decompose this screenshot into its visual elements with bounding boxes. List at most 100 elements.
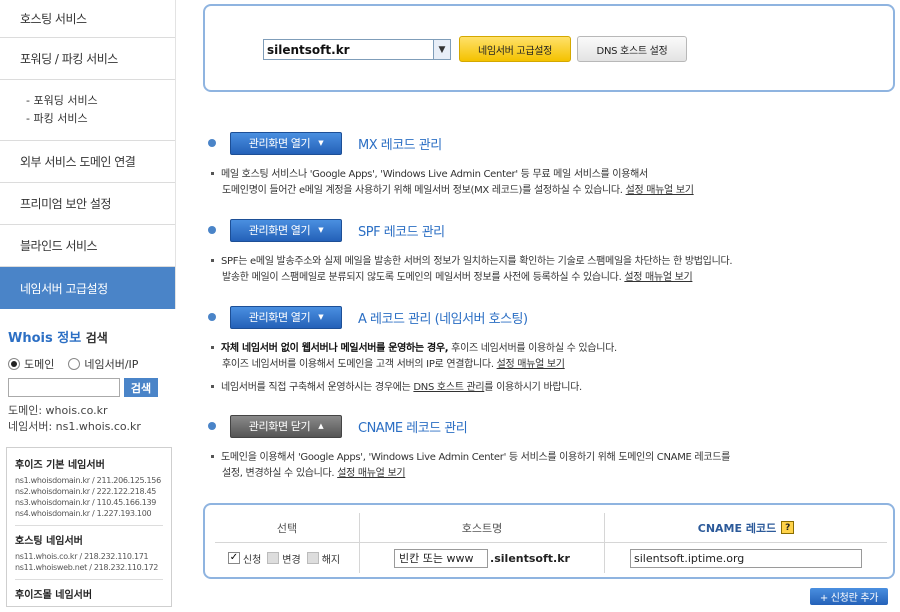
spf-section-title: SPF 레코드 관리 xyxy=(358,224,445,240)
cname-close-button-label: 관리화면 닫기 xyxy=(248,420,311,433)
divider xyxy=(15,579,163,580)
caret-up-icon: ▲ xyxy=(318,422,324,430)
new-label: 신청 xyxy=(242,554,262,566)
spf-description: SPF는 e메일 발송주소와 실제 메일을 발송한 서버의 정보가 일치하는지를… xyxy=(210,254,733,286)
spf-manual-link[interactable]: 설정 매뉴얼 보기 xyxy=(624,272,692,283)
bullet-icon xyxy=(208,422,216,430)
cname-close-button[interactable]: 관리화면 닫기 ▲ xyxy=(230,414,342,438)
cname-table-panel: 선택 호스트명 CNAME 레코드 ? 신청 변경 해지 빈칸 또는 www .… xyxy=(203,503,895,579)
sidebar: 호스팅 서비스 포워딩 / 파킹 서비스 - 포워딩 서비스 - 파킹 서비스 … xyxy=(0,0,176,612)
add-request-row-button[interactable]: + 신청란 추가 xyxy=(810,588,888,605)
bullet-icon xyxy=(211,172,214,175)
basic-ns-title: 후이즈 기본 네임서버 xyxy=(15,460,105,471)
domain-select[interactable]: silentsoft.kr ▼ xyxy=(263,39,451,60)
bullet-icon xyxy=(211,455,214,458)
mx-open-button[interactable]: 관리화면 열기 ▼ xyxy=(230,131,342,155)
domain-select-value: silentsoft.kr xyxy=(267,42,350,57)
sidebar-subitem-parking[interactable]: - 파킹 서비스 xyxy=(26,110,175,128)
basic-ns-line: ns2.whoisdomain.kr / 222.122.218.45 xyxy=(15,487,157,496)
a-record-open-button[interactable]: 관리화면 열기 ▼ xyxy=(230,305,342,329)
radio-domain-label: 도메인 xyxy=(24,358,55,371)
basic-ns-line: ns3.whoisdomain.kr / 110.45.166.139 xyxy=(15,498,157,507)
cname-desc-line2: 설정, 변경하실 수 있습니다. xyxy=(222,468,335,479)
delete-checkbox xyxy=(306,552,319,564)
chevron-down-icon[interactable]: ▼ xyxy=(433,40,450,59)
spf-desc-line2: 발송한 메일이 스팸메일로 분류되지 않도록 도메인의 메일서버 정보를 사전에… xyxy=(222,272,622,283)
dns-host-settings-button[interactable]: DNS 호스트 설정 xyxy=(577,36,687,62)
hosting-ns-title: 호스팅 네임서버 xyxy=(15,536,83,547)
cname-record-section: 관리화면 닫기 ▲ CNAME 레코드 관리 도메인을 이용해서 'Google… xyxy=(208,414,730,482)
new-checkbox[interactable] xyxy=(227,552,240,564)
hosting-ns-line: ns11.whoisweb.net / 218.232.110.172 xyxy=(15,563,159,572)
a-desc-line3: 네임서버를 직접 구축해서 운영하시는 경우에는 xyxy=(221,382,414,393)
bullet-icon xyxy=(208,139,216,147)
a-record-section: 관리화면 열기 ▼ A 레코드 관리 (네임서버 호스팅) 자체 네임서버 없이… xyxy=(208,305,617,396)
spf-record-section: 관리화면 열기 ▼ SPF 레코드 관리 SPF는 e메일 발송주소와 실제 메… xyxy=(208,218,733,286)
mx-desc-line1: 메일 호스팅 서비스나 'Google Apps', 'Windows Live… xyxy=(221,169,648,180)
option-delete: 해지 xyxy=(306,551,341,566)
mx-section-title: MX 레코드 관리 xyxy=(358,137,442,153)
spf-open-button[interactable]: 관리화면 열기 ▼ xyxy=(230,218,342,242)
mx-desc-line2: 도메인명이 들어간 e메일 계정을 사용하기 위해 메일서버 정보(MX 레코드… xyxy=(222,185,623,196)
sidebar-item-blind[interactable]: 블라인드 서비스 xyxy=(0,225,175,267)
whois-title: Whois 정보 검색 xyxy=(8,327,176,346)
basic-ns-line: ns1.whoisdomain.kr / 211.206.125.156 xyxy=(15,476,161,485)
bullet-icon xyxy=(208,226,216,234)
header-hostname: 호스트명 xyxy=(461,521,503,535)
change-checkbox xyxy=(267,552,280,564)
nameserver-advanced-button[interactable]: 네임서버 고급설정 xyxy=(459,36,571,62)
mx-record-section: 관리화면 열기 ▼ MX 레코드 관리 메일 호스팅 서비스나 'Google … xyxy=(208,131,694,199)
hosting-ns-line: ns11.whois.co.kr / 218.232.110.171 xyxy=(15,552,149,561)
delete-label: 해지 xyxy=(321,554,341,566)
whois-info: 도메인: whois.co.kr 네임서버: ns1.whois.co.kr xyxy=(8,403,176,435)
bullet-icon xyxy=(211,259,214,262)
sidebar-item-premium-security[interactable]: 프리미엄 보안 설정 xyxy=(0,183,175,225)
a-record-section-title: A 레코드 관리 (네임서버 호스팅) xyxy=(358,311,528,327)
sidebar-subitem-forwarding[interactable]: - 포워딩 서비스 xyxy=(26,92,175,110)
option-new[interactable]: 신청 xyxy=(227,551,262,566)
mx-description: 메일 호스팅 서비스나 'Google Apps', 'Windows Live… xyxy=(210,167,694,199)
whois-ns-info: 네임서버: ns1.whois.co.kr xyxy=(8,420,141,433)
whois-radio-group: 도메인 네임서버/IP xyxy=(8,356,176,372)
change-label: 변경 xyxy=(282,554,301,566)
sidebar-item-external-domain[interactable]: 외부 서비스 도메인 연결 xyxy=(0,141,175,183)
cname-value-input[interactable]: silentsoft.iptime.org xyxy=(630,548,862,568)
whois-search-input[interactable] xyxy=(8,378,120,397)
sidebar-item-nameserver-advanced[interactable]: 네임서버 고급설정 xyxy=(0,267,175,309)
sidebar-item-forwarding[interactable]: 포워딩 / 파킹 서비스 xyxy=(0,38,175,80)
parking-ns-title: 후이즈몰 네임서버 xyxy=(15,590,93,601)
sidebar-item-hosting[interactable]: 호스팅 서비스 xyxy=(0,0,175,38)
cname-manual-link[interactable]: 설정 매뉴얼 보기 xyxy=(337,468,405,479)
table-header-row: 선택 호스트명 CNAME 레코드 ? xyxy=(215,513,887,543)
radio-nameserver-label: 네임서버/IP xyxy=(84,358,139,371)
help-icon[interactable]: ? xyxy=(781,521,795,534)
hostname-input[interactable]: 빈칸 또는 www xyxy=(394,548,489,568)
mx-manual-link[interactable]: 설정 매뉴얼 보기 xyxy=(626,185,694,196)
a-record-manual-link[interactable]: 설정 매뉴얼 보기 xyxy=(497,359,565,370)
caret-down-icon: ▼ xyxy=(318,313,324,321)
bullet-icon xyxy=(211,346,214,349)
a-desc-line2: 후이즈 네임서버를 이용해서 도메인을 고객 서버의 IP로 연결합니다. xyxy=(222,359,494,370)
cname-desc-line1: 도메인을 이용해서 'Google Apps', 'Windows Live A… xyxy=(221,452,731,463)
dns-host-manage-link[interactable]: DNS 호스트 관리 xyxy=(413,382,484,393)
bullet-icon xyxy=(211,385,214,388)
radio-domain[interactable] xyxy=(8,358,20,370)
whois-search-row: 검색 xyxy=(8,378,176,397)
whois-title-blue: Whois 정보 xyxy=(8,331,82,346)
sidebar-submenu: - 포워딩 서비스 - 파킹 서비스 xyxy=(0,80,175,141)
whois-search-button[interactable]: 검색 xyxy=(124,378,158,397)
option-change: 변경 xyxy=(267,551,301,566)
nameserver-info-box: 후이즈 기본 네임서버 ns1.whoisdomain.kr / 211.206… xyxy=(6,447,172,607)
a-record-open-button-label: 관리화면 열기 xyxy=(248,311,311,324)
radio-nameserver[interactable] xyxy=(68,358,81,370)
spf-desc-line1: SPF는 e메일 발송주소와 실제 메일을 발송한 서버의 정보가 일치하는지를… xyxy=(221,256,733,267)
spf-open-button-label: 관리화면 열기 xyxy=(248,224,311,237)
cname-section-title: CNAME 레코드 관리 xyxy=(358,420,468,436)
a-desc-bold: 자체 네임서버 없이 웹서버나 메일서버를 운영하는 경우, xyxy=(221,343,449,354)
domain-select-panel: silentsoft.kr ▼ 네임서버 고급설정 DNS 호스트 설정 xyxy=(203,4,895,92)
caret-down-icon: ▼ xyxy=(318,226,324,234)
divider xyxy=(15,525,163,526)
whois-search-box: Whois 정보 검색 도메인 네임서버/IP 검색 도메인: whois.co… xyxy=(0,309,176,435)
cname-table: 선택 호스트명 CNAME 레코드 ? 신청 변경 해지 빈칸 또는 www .… xyxy=(215,513,887,573)
mx-open-button-label: 관리화면 열기 xyxy=(248,137,311,150)
